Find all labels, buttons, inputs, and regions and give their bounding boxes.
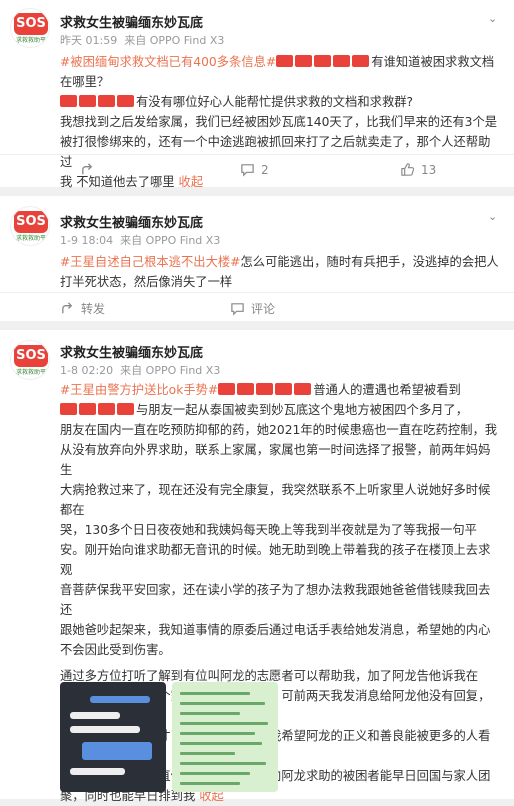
avatar[interactable]: SOS 求救救助平 [10,206,50,246]
body-line: 在哪里？ [60,75,110,89]
post-time: 昨天 01:59 [60,34,118,47]
chat-bubble [70,726,140,733]
post-meta: 昨天 01:59 来自 OPPO Find X3 [60,32,224,48]
body-line: 大病抢救过来了，现在还没有完全康复，我突然联系不上听家里人说她好多时候都在 [60,483,491,517]
body-line: 音菩萨保我平安回家，还在读小学的孩子为了想办法救我跟她爸爸借钱赎我回去还 [60,583,491,617]
redacted-block [98,403,115,415]
body-line: 与朋友一起从泰国被卖到妙瓦底这个鬼地方被困四个多月了， [136,403,469,417]
topic-tag[interactable]: #被困缅甸求救文档已有400多条信息# [60,55,276,69]
action-bar: 转发 评论 [0,294,514,324]
comment-label: 评论 [251,302,276,316]
post-username[interactable]: 求救女生被骗缅东妙瓦底 [60,212,203,231]
post-time: 1-9 18:04 [60,234,114,247]
redacted-block [117,403,134,415]
body-line: 跟她爸吵起架来，我知道事情的原委后通过电话手表给她发消息，希望她的内心 [60,623,491,637]
share-icon [82,163,93,175]
body-line: 不会因此受到伤害。 [60,643,171,657]
post-card-3: SOS 求救救助平 求救女生被骗缅东妙瓦底 1-8 02:20 来自 OPPO … [0,330,514,803]
post-meta: 1-8 02:20 来自 OPPO Find X3 [60,362,220,378]
post-username[interactable]: 求救女生被骗缅东妙瓦底 [60,12,203,31]
comment-icon [241,164,254,177]
redacted-block [314,55,332,67]
text-line [180,772,250,775]
body-line: 安。刚开始向谁求助都无音讯的时候。她无助到晚上带着我的孩子在楼顶上去求观 [60,543,491,577]
share-button[interactable]: 转发 [60,300,105,317]
body-line: 从没有放弃向外界求助，联系上家属，家属也第一时间选择了报警，前两年妈妈生 [60,443,491,477]
text-line [180,692,250,695]
avatar-subtext: 求救救助平 [15,235,46,242]
chat-bubble [90,696,150,703]
post-source: 来自 OPPO Find X3 [120,364,221,377]
sos-logo: SOS [14,211,48,233]
body-line: 朋友在国内一直在吃预防抑郁的药，她2021年的时候患癌也一直在吃药控制，我 [60,423,498,437]
divider [0,292,514,293]
redacted-block [79,403,96,415]
redacted-block [352,55,370,67]
redacted-block [79,95,96,107]
chat-screenshot-image[interactable] [60,682,166,792]
redacted-block [117,95,134,107]
chat-bubble [82,742,152,760]
post-time: 1-8 02:20 [60,364,114,377]
body-line: 普通人的遭遇也希望被看到 [313,383,461,397]
post-username[interactable]: 求救女生被骗缅东妙瓦底 [60,342,203,361]
redacted-block [60,95,77,107]
comment-count: 2 [261,162,269,177]
post-card-1: SOS 求救救助平 求救女生被骗缅东妙瓦底 昨天 01:59 来自 OPPO F… [0,0,514,189]
like-button[interactable]: 13 [400,162,436,177]
share-button[interactable] [80,162,101,177]
chevron-down-icon[interactable]: ⌄ [488,12,500,25]
redacted-block [295,55,313,67]
body-line: 哭，130多个日日夜夜她和我姨妈每天晚上等我到半夜就是为了等我报一句平 [60,523,477,537]
text-line [180,762,266,765]
share-icon [62,302,73,314]
redacted-block [275,383,293,395]
text-line [180,712,240,715]
post-source: 来自 OPPO Find X3 [120,234,221,247]
text-line [180,732,255,735]
share-label: 转发 [81,302,106,316]
redacted-block [333,55,351,67]
avatar[interactable]: SOS 求救救助平 [10,8,50,48]
redacted-block [276,55,294,67]
divider [0,154,514,155]
like-count: 13 [421,162,437,177]
post-card-2: SOS 求救救助平 求救女生被骗缅东妙瓦底 1-9 18:04 来自 OPPO … [0,196,514,321]
thumbs-up-icon [401,163,415,176]
chevron-down-icon[interactable]: ⌄ [488,210,500,223]
text-line [180,752,235,755]
topic-tag[interactable]: #王星自述自己根本逃不出大楼# [60,255,240,269]
comment-icon [231,303,244,316]
chat-bubble [70,768,125,775]
body-line: 我想找到之后发给家属，我们已经被困妙瓦底140天了，比我们早来的还有3个是 [60,115,498,129]
redacted-block [60,403,77,415]
text-line [180,702,265,705]
post-meta: 1-9 18:04 来自 OPPO Find X3 [60,232,220,248]
comment-button[interactable]: 评论 [230,300,275,317]
post-source: 来自 OPPO Find X3 [124,34,225,47]
body-line: 有没有哪位好心人能帮忙提供求救的文档和求救群? [136,95,414,109]
chat-bubble [70,712,120,719]
redacted-block [294,383,312,395]
action-bar: 2 13 [0,156,514,186]
comment-button[interactable]: 2 [240,162,269,177]
avatar-subtext: 求救救助平 [15,369,46,376]
redacted-block [237,383,255,395]
avatar-subtext: 求救救助平 [15,37,46,44]
document-screenshot-image[interactable] [172,682,278,792]
redacted-block [218,383,236,395]
sos-logo: SOS [14,345,48,367]
redacted-block [98,95,115,107]
redacted-block [256,383,274,395]
post-body: #王星自述自己根本逃不出大楼#怎么可能逃出，随时有兵把手，没逃掉的会把人 打半死… [60,252,500,292]
text-line [180,782,240,785]
body-line: 打半死状态，然后像消失了一样 [60,275,233,289]
sos-logo: SOS [14,13,48,35]
text-line [180,742,262,745]
topic-tag[interactable]: #王星由警方护送比ok手势# [60,383,218,397]
body-line: 有谁知道被困求救文档 [371,55,495,69]
avatar[interactable]: SOS 求救救助平 [10,340,50,380]
body-line: 怎么可能逃出，随时有兵把手，没逃掉的会把人 [240,255,499,269]
text-line [180,722,268,725]
